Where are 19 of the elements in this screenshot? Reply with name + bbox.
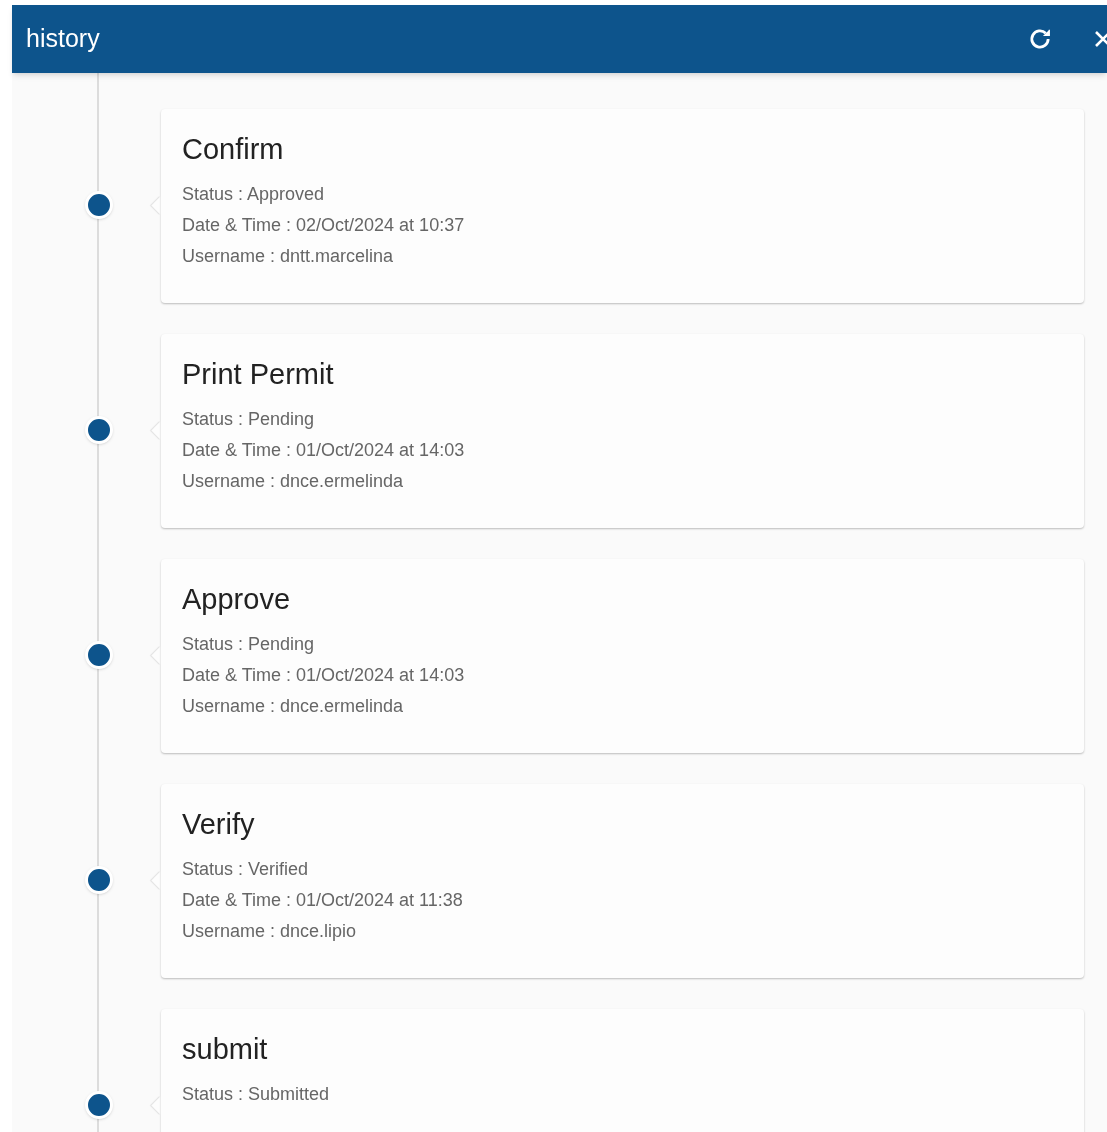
status-text: Status : Approved xyxy=(182,183,326,205)
datetime-text: Date & Time : 02/Oct/2024 at 10:37 xyxy=(182,214,466,236)
card-title: Print Permit xyxy=(182,357,335,392)
status-text: Status : Pending xyxy=(182,633,316,655)
card-title: Approve xyxy=(182,582,291,617)
username-text: Username : dnce.ermelinda xyxy=(182,695,405,717)
card-title: Verify xyxy=(182,807,256,842)
card-title: submit xyxy=(182,1032,269,1067)
card-title: Confirm xyxy=(182,132,285,167)
datetime-text: Date & Time : 01/Oct/2024 at 14:03 xyxy=(182,664,466,686)
username-text: Username : dnce.ermelinda xyxy=(182,470,405,492)
status-text: Status : Verified xyxy=(182,858,310,880)
username-text: Username : dnce.lipio xyxy=(182,920,358,942)
status-text: Status : Pending xyxy=(182,408,316,430)
username-text: Username : dntt.marcelina xyxy=(182,245,395,267)
datetime-text: Date & Time : 01/Oct/2024 at 11:38 xyxy=(182,889,464,911)
datetime-text: Date & Time : 01/Oct/2024 at 14:03 xyxy=(182,439,466,461)
header-title: history xyxy=(26,23,101,55)
status-text: Status : Submitted xyxy=(182,1083,331,1105)
